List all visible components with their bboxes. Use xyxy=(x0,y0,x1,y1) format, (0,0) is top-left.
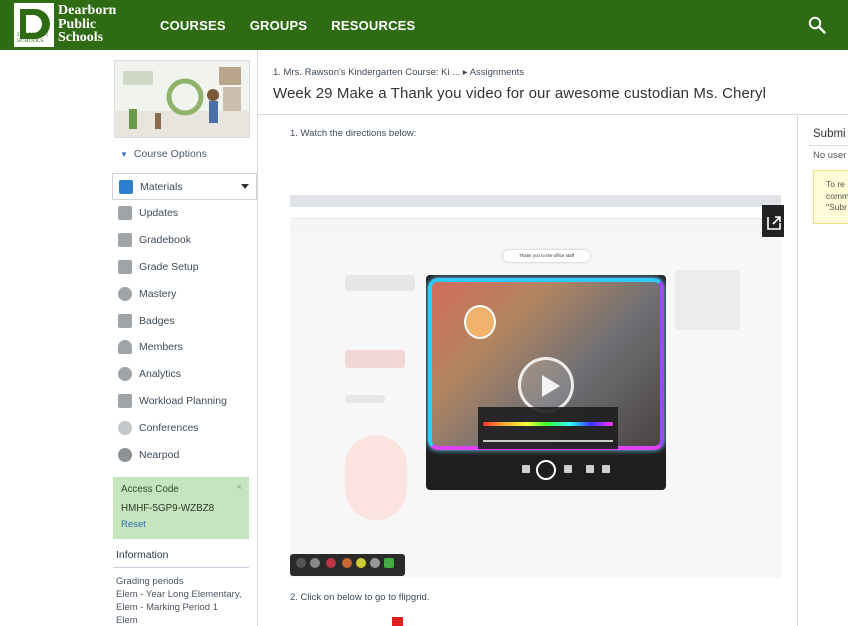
sidebar-item-badges[interactable]: Badges xyxy=(112,307,257,334)
sidebar-item-gradebook[interactable]: Gradebook xyxy=(112,227,257,254)
logo-text: Dearborn Public Schools xyxy=(58,3,117,45)
sidebar-item-materials[interactable]: Materials xyxy=(112,173,257,200)
main-nav: COURSES GROUPS RESOURCES xyxy=(160,0,439,50)
analytics-icon xyxy=(118,367,132,382)
caret-down-icon: ▼ xyxy=(120,150,128,159)
submissions-heading: Submi xyxy=(813,128,846,140)
record-icon xyxy=(536,460,556,480)
badges-icon xyxy=(118,313,132,328)
sidebar-divider xyxy=(257,50,258,626)
tool-icon xyxy=(522,465,530,473)
course-options-toggle[interactable]: ▼ Course Options xyxy=(120,148,207,160)
submissions-status: No user xyxy=(813,150,847,161)
breadcrumb: 1. Mrs. Rawson's Kindergarten Course: Ki… xyxy=(273,67,524,78)
information-divider xyxy=(113,567,249,568)
tool-icon xyxy=(586,465,594,473)
information-text: Grading periods Elem - Year Long Element… xyxy=(116,576,242,626)
updates-icon xyxy=(118,206,132,221)
sticker-icon xyxy=(464,305,496,339)
nearpod-icon xyxy=(118,447,132,462)
video-caption: Thank you to the office staff xyxy=(503,250,590,262)
grade-setup-icon xyxy=(118,259,132,274)
instruction-step-1: 1. Watch the directions below: xyxy=(290,128,417,139)
conferences-icon xyxy=(118,420,132,435)
sidebar-item-analytics[interactable]: Analytics xyxy=(112,361,257,388)
color-sliders xyxy=(478,407,618,449)
access-code-panel: Access Code × HMHF-5GP9-WZBZ8 Reset xyxy=(113,477,249,539)
sidebar-item-workload-planning[interactable]: Workload Planning xyxy=(112,388,257,415)
nav-courses[interactable]: COURSES xyxy=(160,18,226,33)
play-icon[interactable] xyxy=(518,357,574,413)
sidebar-item-mastery[interactable]: Mastery xyxy=(112,280,257,307)
submission-notice: To re comm "Subr xyxy=(813,170,848,224)
header-divider xyxy=(258,114,848,115)
sidebar-item-grade-setup[interactable]: Grade Setup xyxy=(112,254,257,281)
chevron-down-icon[interactable] xyxy=(241,184,249,189)
mastery-icon xyxy=(118,286,132,301)
district-logo[interactable]: DEARBORN SCHOOLS Dearborn Public Schools xyxy=(14,3,116,47)
nav-resources[interactable]: RESOURCES xyxy=(331,18,415,33)
reset-access-code-link[interactable]: Reset xyxy=(121,519,241,530)
video-browser-url xyxy=(290,207,781,219)
gradebook-icon xyxy=(118,233,132,248)
sidebar-item-members[interactable]: Members xyxy=(112,334,257,361)
breadcrumb-separator-icon: ▸ xyxy=(462,67,468,78)
instruction-step-2: 2. Click on below to go to flipgrid. xyxy=(290,592,430,603)
sidebar-item-conferences[interactable]: Conferences xyxy=(112,414,257,441)
flipgrid-link-image[interactable] xyxy=(392,617,403,626)
embedded-video[interactable]: Thank you to the office staff xyxy=(290,195,781,578)
right-panel-divider xyxy=(797,115,798,626)
expand-icon[interactable] xyxy=(762,205,784,237)
video-toolbar xyxy=(426,455,666,490)
tool-icon xyxy=(564,465,572,473)
video-zoom-bar xyxy=(290,554,405,576)
page-title: Week 29 Make a Thank you video for our a… xyxy=(273,85,767,102)
tool-icon xyxy=(602,465,610,473)
course-menu: Materials Updates Gradebook Grade Setup … xyxy=(112,173,257,468)
materials-icon xyxy=(119,179,133,194)
search-icon[interactable] xyxy=(808,16,826,34)
sidebar-item-updates[interactable]: Updates xyxy=(112,200,257,227)
top-navigation-bar: DEARBORN SCHOOLS Dearborn Public Schools… xyxy=(0,0,848,50)
nav-groups[interactable]: GROUPS xyxy=(250,18,308,33)
course-profile-image xyxy=(114,60,250,138)
members-icon xyxy=(118,340,132,355)
breadcrumb-assignments-link[interactable]: Assignments xyxy=(470,67,524,78)
video-frame xyxy=(426,275,666,490)
sidebar-item-nearpod[interactable]: Nearpod xyxy=(112,441,257,468)
access-code-title: Access Code xyxy=(121,484,179,495)
close-icon[interactable]: × xyxy=(236,482,242,493)
logo-mark-icon: DEARBORN SCHOOLS xyxy=(14,3,54,47)
workload-icon xyxy=(118,393,132,408)
video-browser-tabs xyxy=(290,195,781,207)
access-code-value: HMHF-5GP9-WZBZ8 xyxy=(121,503,215,514)
video-browser-bookmarks xyxy=(290,219,781,231)
breadcrumb-course-link[interactable]: 1. Mrs. Rawson's Kindergarten Course: Ki… xyxy=(273,67,460,78)
course-sidebar: ▼ Course Options Materials Updates Gradeb… xyxy=(112,50,257,626)
information-heading: Information xyxy=(116,549,169,561)
